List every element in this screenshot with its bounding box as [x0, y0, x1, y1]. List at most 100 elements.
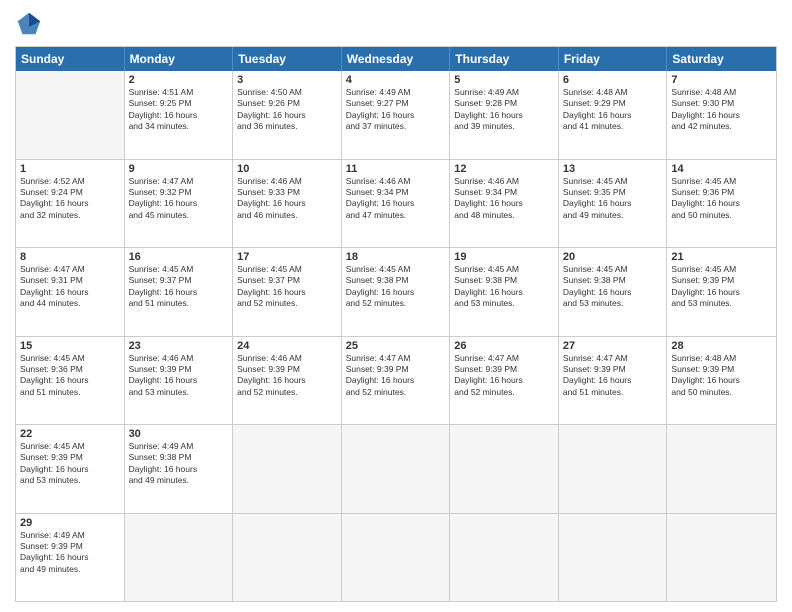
day-number: 13 — [563, 163, 663, 175]
day-info: Sunrise: 4:47 AM Sunset: 9:39 PM Dayligh… — [346, 353, 446, 399]
day-info: Sunrise: 4:45 AM Sunset: 9:39 PM Dayligh… — [20, 441, 120, 487]
day-info: Sunrise: 4:45 AM Sunset: 9:38 PM Dayligh… — [346, 264, 446, 310]
day-number: 24 — [237, 340, 337, 352]
calendar-cell — [233, 425, 342, 513]
day-number: 3 — [237, 74, 337, 86]
header-day-thursday: Thursday — [450, 47, 559, 71]
day-number: 1 — [20, 163, 120, 175]
header-day-wednesday: Wednesday — [342, 47, 451, 71]
header-day-saturday: Saturday — [667, 47, 776, 71]
calendar-row-1: 1Sunrise: 4:52 AM Sunset: 9:24 PM Daylig… — [16, 159, 776, 248]
calendar-cell: 22Sunrise: 4:45 AM Sunset: 9:39 PM Dayli… — [16, 425, 125, 513]
day-info: Sunrise: 4:45 AM Sunset: 9:36 PM Dayligh… — [671, 176, 772, 222]
calendar-cell: 6Sunrise: 4:48 AM Sunset: 9:29 PM Daylig… — [559, 71, 668, 159]
calendar-cell — [450, 425, 559, 513]
calendar-cell: 10Sunrise: 4:46 AM Sunset: 9:33 PM Dayli… — [233, 160, 342, 248]
header-day-monday: Monday — [125, 47, 234, 71]
calendar-cell: 24Sunrise: 4:46 AM Sunset: 9:39 PM Dayli… — [233, 337, 342, 425]
calendar-cell: 30Sunrise: 4:49 AM Sunset: 9:38 PM Dayli… — [125, 425, 234, 513]
day-number: 17 — [237, 251, 337, 263]
day-info: Sunrise: 4:47 AM Sunset: 9:31 PM Dayligh… — [20, 264, 120, 310]
day-info: Sunrise: 4:45 AM Sunset: 9:37 PM Dayligh… — [237, 264, 337, 310]
day-info: Sunrise: 4:46 AM Sunset: 9:34 PM Dayligh… — [346, 176, 446, 222]
calendar-cell: 29Sunrise: 4:49 AM Sunset: 9:39 PM Dayli… — [16, 514, 125, 602]
day-number: 5 — [454, 74, 554, 86]
day-number: 15 — [20, 340, 120, 352]
calendar-cell — [667, 514, 776, 602]
day-number: 29 — [20, 517, 120, 529]
calendar-cell: 25Sunrise: 4:47 AM Sunset: 9:39 PM Dayli… — [342, 337, 451, 425]
day-info: Sunrise: 4:45 AM Sunset: 9:37 PM Dayligh… — [129, 264, 229, 310]
day-info: Sunrise: 4:45 AM Sunset: 9:35 PM Dayligh… — [563, 176, 663, 222]
calendar-cell: 21Sunrise: 4:45 AM Sunset: 9:39 PM Dayli… — [667, 248, 776, 336]
calendar-cell: 2Sunrise: 4:51 AM Sunset: 9:25 PM Daylig… — [125, 71, 234, 159]
calendar-cell: 1Sunrise: 4:52 AM Sunset: 9:24 PM Daylig… — [16, 160, 125, 248]
day-number: 12 — [454, 163, 554, 175]
day-info: Sunrise: 4:50 AM Sunset: 9:26 PM Dayligh… — [237, 87, 337, 133]
day-info: Sunrise: 4:49 AM Sunset: 9:27 PM Dayligh… — [346, 87, 446, 133]
day-info: Sunrise: 4:45 AM Sunset: 9:38 PM Dayligh… — [454, 264, 554, 310]
calendar-cell — [667, 425, 776, 513]
calendar-cell: 23Sunrise: 4:46 AM Sunset: 9:39 PM Dayli… — [125, 337, 234, 425]
day-number: 9 — [129, 163, 229, 175]
day-number: 16 — [129, 251, 229, 263]
calendar-cell: 19Sunrise: 4:45 AM Sunset: 9:38 PM Dayli… — [450, 248, 559, 336]
day-number: 22 — [20, 428, 120, 440]
calendar-row-2: 8Sunrise: 4:47 AM Sunset: 9:31 PM Daylig… — [16, 247, 776, 336]
calendar-header: SundayMondayTuesdayWednesdayThursdayFrid… — [16, 47, 776, 71]
calendar-cell: 9Sunrise: 4:47 AM Sunset: 9:32 PM Daylig… — [125, 160, 234, 248]
calendar-cell: 7Sunrise: 4:48 AM Sunset: 9:30 PM Daylig… — [667, 71, 776, 159]
logo-icon — [15, 10, 43, 38]
calendar-cell: 12Sunrise: 4:46 AM Sunset: 9:34 PM Dayli… — [450, 160, 559, 248]
header-day-sunday: Sunday — [16, 47, 125, 71]
calendar-cell: 4Sunrise: 4:49 AM Sunset: 9:27 PM Daylig… — [342, 71, 451, 159]
calendar-row-3: 15Sunrise: 4:45 AM Sunset: 9:36 PM Dayli… — [16, 336, 776, 425]
day-info: Sunrise: 4:45 AM Sunset: 9:36 PM Dayligh… — [20, 353, 120, 399]
day-number: 26 — [454, 340, 554, 352]
calendar-cell: 16Sunrise: 4:45 AM Sunset: 9:37 PM Dayli… — [125, 248, 234, 336]
day-info: Sunrise: 4:47 AM Sunset: 9:32 PM Dayligh… — [129, 176, 229, 222]
calendar-cell: 3Sunrise: 4:50 AM Sunset: 9:26 PM Daylig… — [233, 71, 342, 159]
day-info: Sunrise: 4:52 AM Sunset: 9:24 PM Dayligh… — [20, 176, 120, 222]
day-info: Sunrise: 4:49 AM Sunset: 9:28 PM Dayligh… — [454, 87, 554, 133]
day-info: Sunrise: 4:51 AM Sunset: 9:25 PM Dayligh… — [129, 87, 229, 133]
day-number: 20 — [563, 251, 663, 263]
day-info: Sunrise: 4:46 AM Sunset: 9:39 PM Dayligh… — [237, 353, 337, 399]
day-number: 11 — [346, 163, 446, 175]
day-number: 14 — [671, 163, 772, 175]
day-number: 23 — [129, 340, 229, 352]
calendar-cell — [125, 514, 234, 602]
calendar-row-5: 29Sunrise: 4:49 AM Sunset: 9:39 PM Dayli… — [16, 513, 776, 602]
calendar-cell: 26Sunrise: 4:47 AM Sunset: 9:39 PM Dayli… — [450, 337, 559, 425]
day-info: Sunrise: 4:47 AM Sunset: 9:39 PM Dayligh… — [563, 353, 663, 399]
calendar-cell: 20Sunrise: 4:45 AM Sunset: 9:38 PM Dayli… — [559, 248, 668, 336]
day-number: 8 — [20, 251, 120, 263]
day-info: Sunrise: 4:49 AM Sunset: 9:39 PM Dayligh… — [20, 530, 120, 576]
day-number: 28 — [671, 340, 772, 352]
calendar-row-4: 22Sunrise: 4:45 AM Sunset: 9:39 PM Dayli… — [16, 424, 776, 513]
calendar-cell: 13Sunrise: 4:45 AM Sunset: 9:35 PM Dayli… — [559, 160, 668, 248]
logo — [15, 10, 45, 38]
day-number: 6 — [563, 74, 663, 86]
day-info: Sunrise: 4:46 AM Sunset: 9:33 PM Dayligh… — [237, 176, 337, 222]
calendar-cell — [342, 425, 451, 513]
calendar-cell — [342, 514, 451, 602]
calendar-cell — [559, 514, 668, 602]
day-number: 2 — [129, 74, 229, 86]
calendar-cell — [233, 514, 342, 602]
day-number: 10 — [237, 163, 337, 175]
calendar-body: 2Sunrise: 4:51 AM Sunset: 9:25 PM Daylig… — [16, 71, 776, 601]
calendar-cell: 18Sunrise: 4:45 AM Sunset: 9:38 PM Dayli… — [342, 248, 451, 336]
day-number: 30 — [129, 428, 229, 440]
day-info: Sunrise: 4:48 AM Sunset: 9:29 PM Dayligh… — [563, 87, 663, 133]
day-number: 19 — [454, 251, 554, 263]
calendar-cell — [16, 71, 125, 159]
calendar-cell: 8Sunrise: 4:47 AM Sunset: 9:31 PM Daylig… — [16, 248, 125, 336]
calendar-cell: 11Sunrise: 4:46 AM Sunset: 9:34 PM Dayli… — [342, 160, 451, 248]
day-info: Sunrise: 4:49 AM Sunset: 9:38 PM Dayligh… — [129, 441, 229, 487]
day-number: 4 — [346, 74, 446, 86]
calendar-cell: 15Sunrise: 4:45 AM Sunset: 9:36 PM Dayli… — [16, 337, 125, 425]
day-number: 25 — [346, 340, 446, 352]
calendar-cell: 27Sunrise: 4:47 AM Sunset: 9:39 PM Dayli… — [559, 337, 668, 425]
day-info: Sunrise: 4:45 AM Sunset: 9:38 PM Dayligh… — [563, 264, 663, 310]
